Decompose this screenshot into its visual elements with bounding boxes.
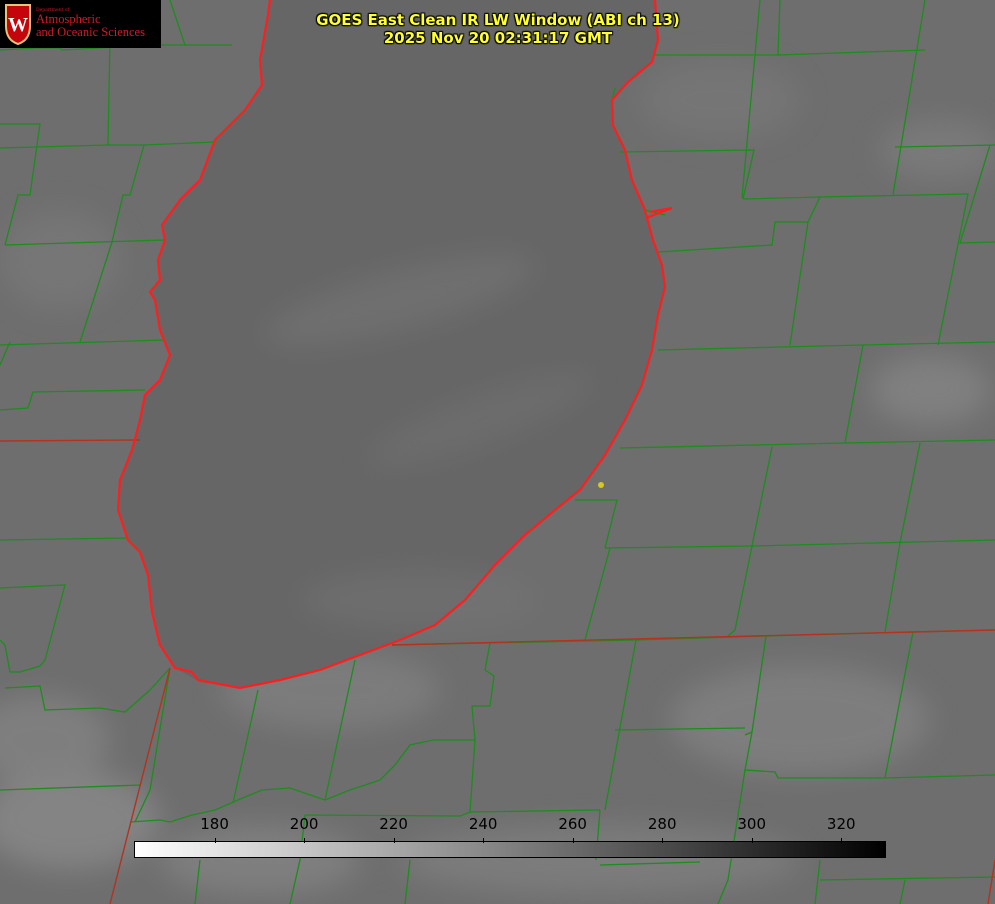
colorbar-tick-label: 220	[379, 815, 408, 833]
colorbar-tick-mark	[393, 838, 395, 843]
colorbar-tick-mark	[483, 838, 485, 843]
satellite-map	[0, 0, 995, 904]
colorbar-gradient	[134, 841, 886, 858]
page-title: GOES East Clean IR LW Window (ABI ch 13)	[316, 11, 680, 29]
crest-letter: W	[8, 14, 28, 36]
logo-line2: and Oceanic Sciences	[36, 25, 145, 40]
colorbar-tick-label: 240	[468, 815, 498, 833]
colorbar-tick-label: 300	[737, 815, 767, 833]
colorbar-tick-label: 180	[200, 815, 229, 833]
timestamp: 2025 Nov 20 02:31:17 GMT	[383, 29, 613, 47]
colorbar-tick-mark	[214, 838, 216, 843]
uw-crest-icon: W	[5, 4, 31, 46]
colorbar-tick-mark	[662, 838, 664, 843]
colorbar-tick-mark	[572, 838, 574, 843]
colorbar-tick-label: 260	[558, 815, 587, 833]
colorbar-tick-label: 280	[647, 815, 677, 833]
colorbar-tick-mark	[751, 838, 753, 843]
location-marker	[598, 482, 604, 488]
uw-aos-logo: W Department of Atmospheric and Oceanic …	[0, 0, 161, 48]
colorbar-tick-label: 320	[826, 815, 856, 833]
colorbar-tick-label: 200	[289, 815, 319, 833]
colorbar-tick-mark	[304, 838, 306, 843]
colorbar-tick-mark	[841, 838, 843, 843]
